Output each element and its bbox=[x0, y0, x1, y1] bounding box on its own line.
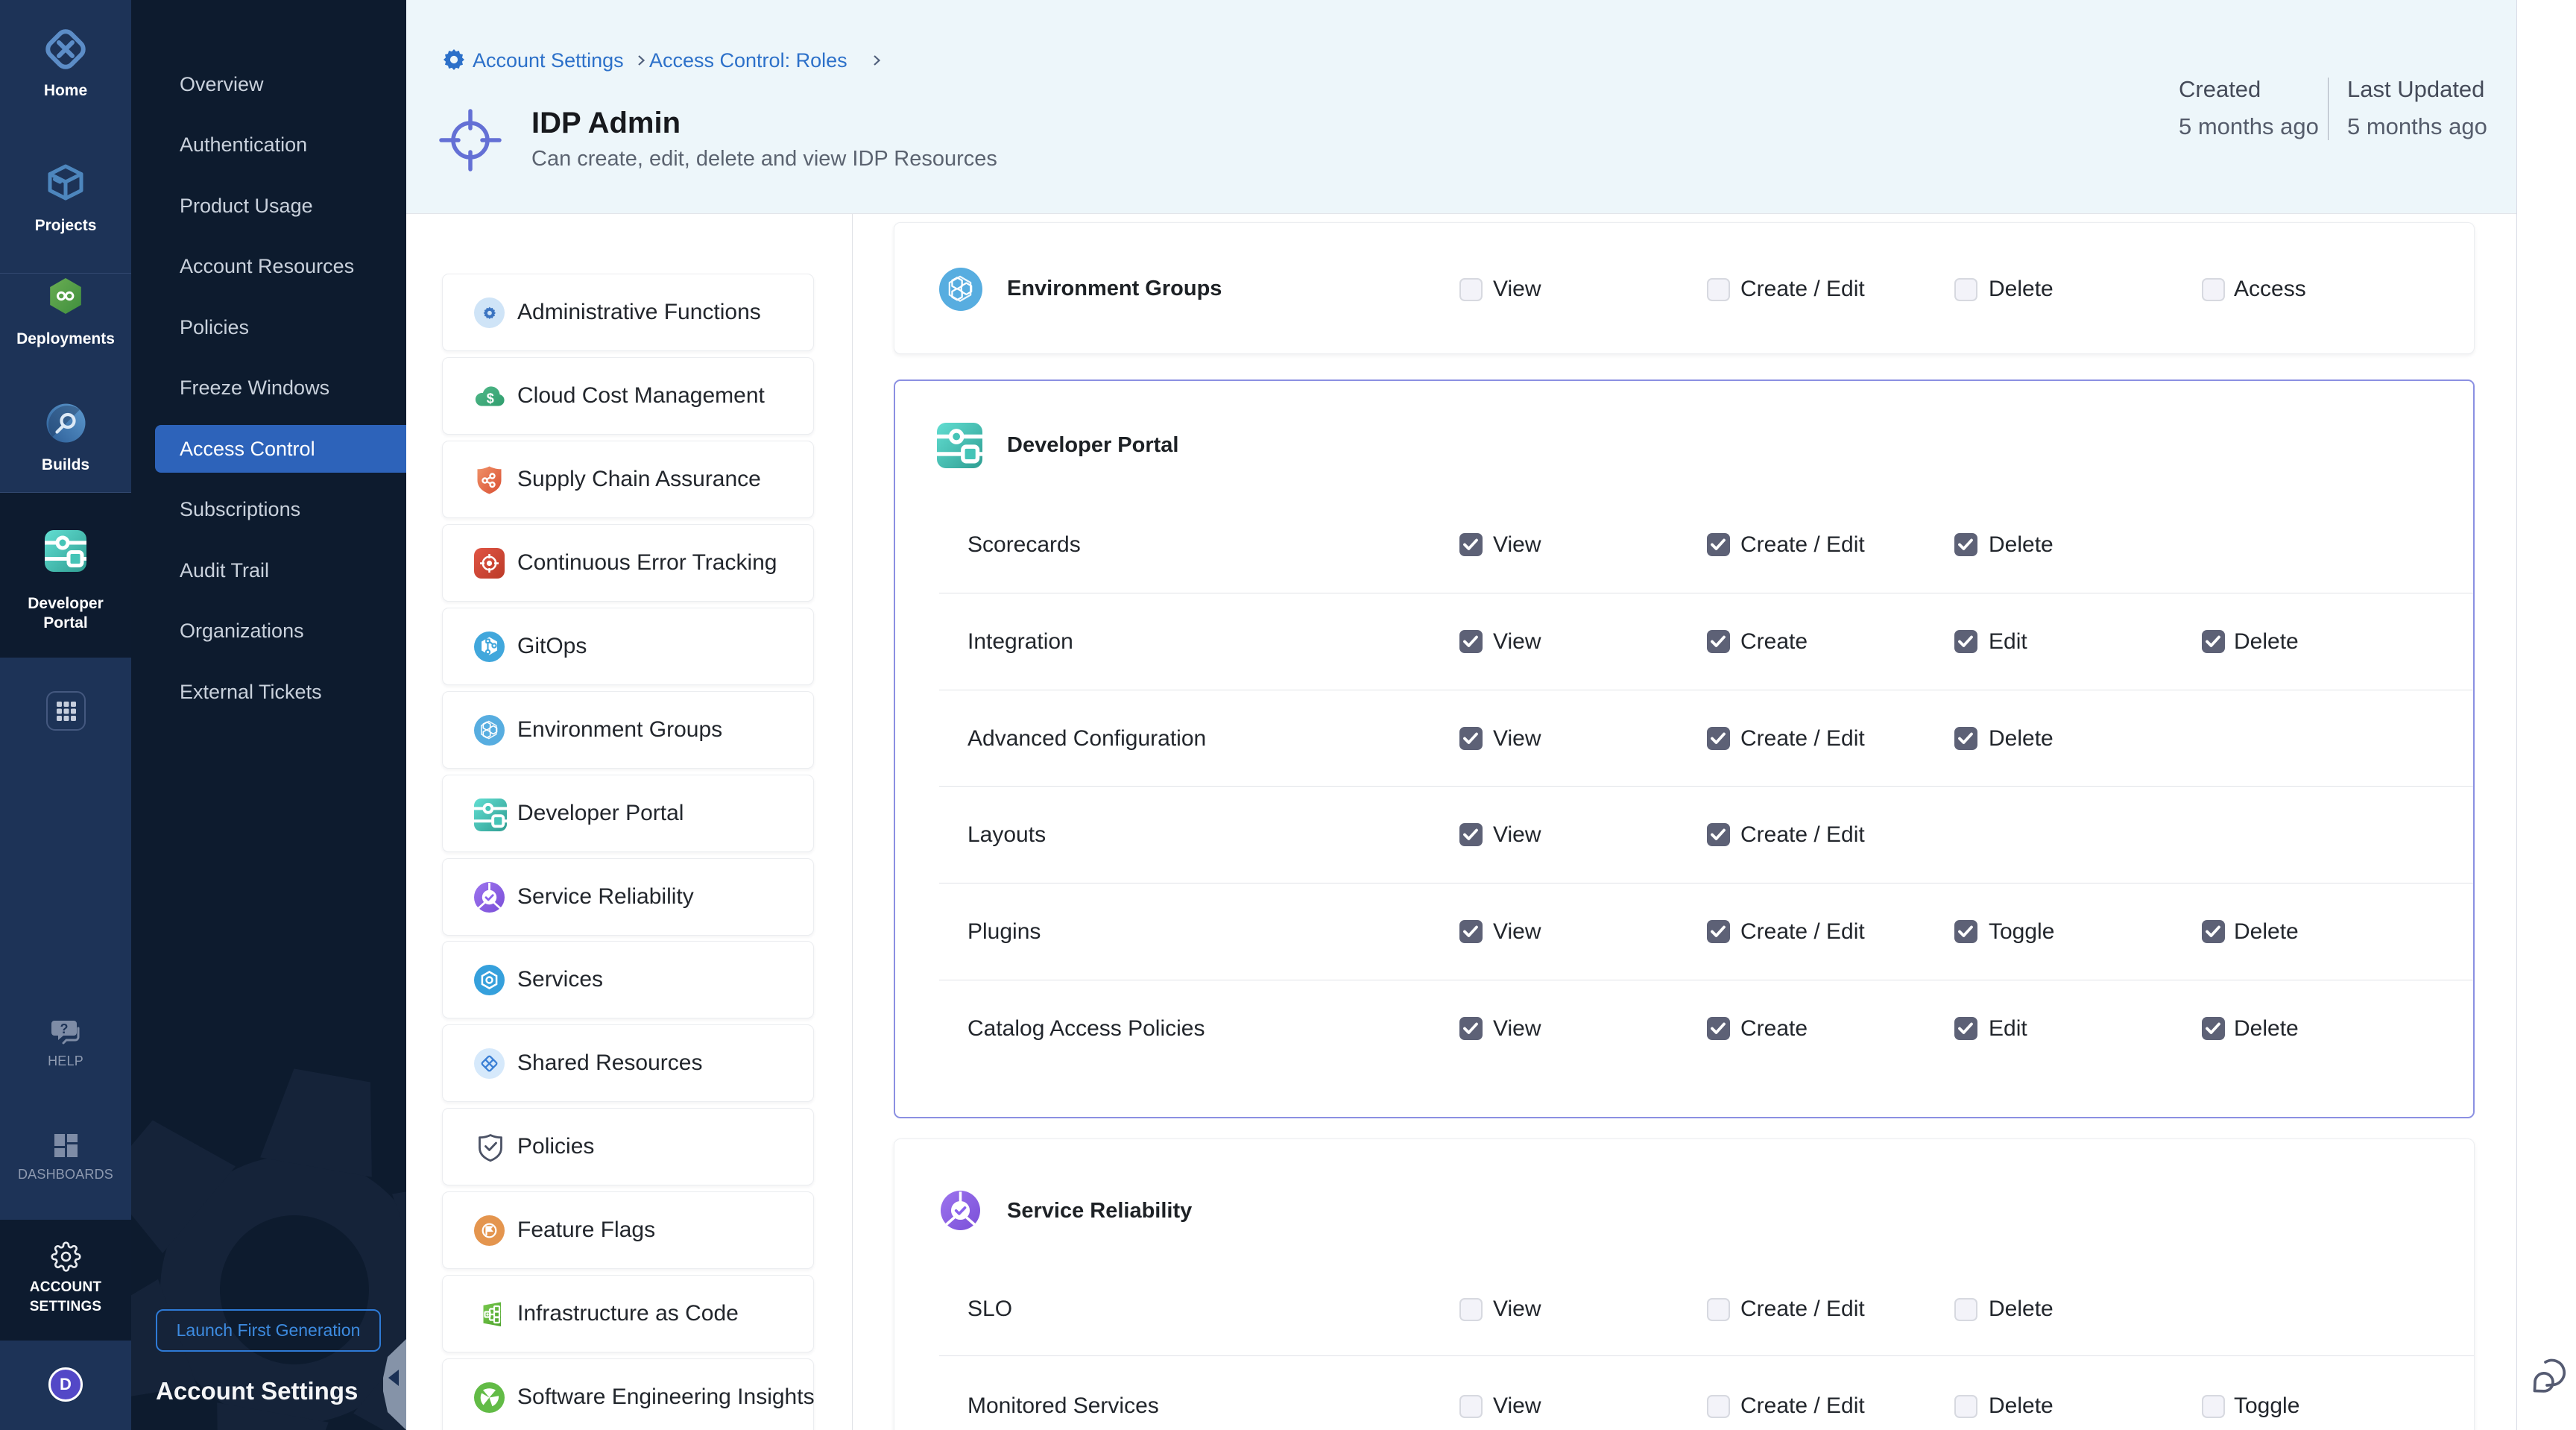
svg-text:$: $ bbox=[487, 391, 494, 406]
svg-text:?: ? bbox=[60, 1021, 69, 1036]
